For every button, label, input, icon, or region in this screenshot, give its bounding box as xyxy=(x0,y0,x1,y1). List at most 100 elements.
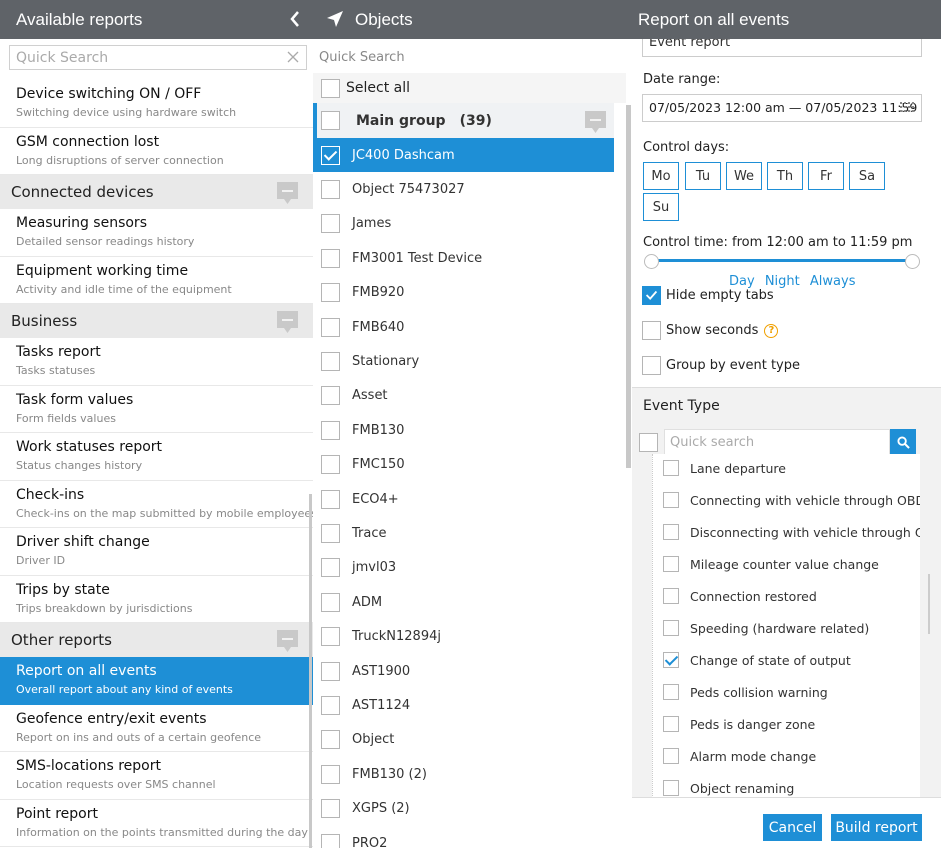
report-item[interactable]: Check-ins Check-ins on the map submitted … xyxy=(0,480,313,528)
category-collapse-icon[interactable] xyxy=(277,311,298,333)
category-collapse-icon[interactable] xyxy=(277,630,298,652)
report-item[interactable]: Task form values Form fields values xyxy=(0,385,313,433)
event-type-item[interactable]: Speeding (hardware related) xyxy=(663,620,920,636)
group-checkbox[interactable] xyxy=(321,111,340,130)
slider-end-handle[interactable] xyxy=(905,254,920,269)
objects-scrollbar[interactable] xyxy=(626,105,631,468)
show-seconds-checkbox[interactable] xyxy=(642,321,661,340)
group-by-event-type-checkbox[interactable] xyxy=(642,356,661,375)
object-checkbox[interactable] xyxy=(321,180,340,200)
object-checkbox[interactable] xyxy=(321,283,340,303)
object-row[interactable]: XGPS (2) xyxy=(313,792,614,826)
reports-search-input[interactable] xyxy=(10,46,280,69)
category-header[interactable]: Other reports xyxy=(0,623,313,657)
object-row[interactable]: TruckN12894j xyxy=(313,620,614,654)
event-type-checkbox[interactable] xyxy=(663,524,679,540)
group-by-event-type-option[interactable]: Group by event type xyxy=(642,356,800,375)
object-group-row[interactable]: Main group (39) xyxy=(313,103,614,138)
report-item[interactable]: Measuring sensors Detailed sensor reading… xyxy=(0,209,313,257)
object-checkbox[interactable] xyxy=(321,455,340,475)
object-checkbox[interactable] xyxy=(321,317,340,337)
event-type-item[interactable]: Lane departure xyxy=(663,460,920,476)
category-header[interactable]: Business xyxy=(0,304,313,338)
event-search-input[interactable]: Quick search xyxy=(664,429,890,455)
object-checkbox[interactable] xyxy=(321,833,340,848)
group-collapse-icon[interactable] xyxy=(585,111,606,133)
report-item[interactable]: Work statuses report Status changes histo… xyxy=(0,433,313,481)
object-row[interactable]: FMB130 xyxy=(313,413,614,447)
cancel-button[interactable]: Cancel xyxy=(763,814,822,841)
object-checkbox[interactable] xyxy=(321,352,340,372)
object-row[interactable]: jmvl03 xyxy=(313,551,614,585)
object-row[interactable]: Trace xyxy=(313,516,614,550)
object-checkbox[interactable] xyxy=(321,627,340,647)
report-item[interactable]: Tasks report Tasks statuses xyxy=(0,338,313,386)
object-row[interactable]: FM3001 Test Device xyxy=(313,241,614,275)
event-type-checkbox[interactable] xyxy=(663,652,679,668)
object-row[interactable]: Object 75473027 xyxy=(313,172,614,206)
help-icon[interactable]: ? xyxy=(764,323,779,338)
event-type-checkbox[interactable] xyxy=(663,716,679,732)
build-report-button[interactable]: Build report xyxy=(831,814,922,841)
event-type-checkbox[interactable] xyxy=(663,620,679,636)
object-checkbox[interactable] xyxy=(321,420,340,440)
report-item[interactable]: Point report Information on the points tr… xyxy=(0,799,313,847)
event-search-button[interactable] xyxy=(890,429,916,455)
report-item[interactable]: Geofence entry/exit events Report on ins … xyxy=(0,704,313,752)
object-checkbox[interactable] xyxy=(321,386,340,406)
event-type-checkbox[interactable] xyxy=(663,780,679,796)
object-row[interactable]: AST1900 xyxy=(313,654,614,688)
control-time-slider[interactable] xyxy=(652,259,914,262)
object-checkbox[interactable] xyxy=(321,730,340,750)
report-item[interactable]: GSM connection lost Long disruptions of … xyxy=(0,127,313,175)
object-row[interactable]: ECO4+ xyxy=(313,482,614,516)
object-row[interactable]: Object xyxy=(313,723,614,757)
slider-start-handle[interactable] xyxy=(644,254,659,269)
object-row[interactable]: PRO2 xyxy=(313,826,614,848)
object-row[interactable]: FMB130 (2) xyxy=(313,757,614,791)
event-type-checkbox[interactable] xyxy=(663,460,679,476)
select-all-row[interactable]: Select all xyxy=(313,73,626,103)
event-type-item[interactable]: Connecting with vehicle through OBDII i.… xyxy=(663,492,920,508)
object-row[interactable]: ADM xyxy=(313,585,614,619)
report-item[interactable]: Trips by state Trips breakdown by jurisdi… xyxy=(0,575,313,623)
report-name-input[interactable]: Event report xyxy=(642,39,922,57)
report-item[interactable]: Report on all events Overall report about… xyxy=(0,657,313,705)
object-row[interactable]: Stationary xyxy=(313,344,614,378)
preset-always[interactable]: Always xyxy=(810,274,856,289)
event-select-all-checkbox[interactable] xyxy=(639,432,658,452)
hide-empty-tabs-option[interactable]: Hide empty tabs xyxy=(642,286,774,305)
object-checkbox[interactable] xyxy=(321,592,340,612)
object-row[interactable]: Asset xyxy=(313,379,614,413)
object-checkbox[interactable] xyxy=(321,558,340,578)
event-list-scrollbar[interactable] xyxy=(928,574,930,634)
object-checkbox[interactable] xyxy=(321,145,340,165)
event-type-item[interactable]: Alarm mode change xyxy=(663,748,920,764)
collapse-chevron-icon[interactable] xyxy=(289,10,301,28)
event-type-item[interactable]: Mileage counter value change xyxy=(663,556,920,572)
object-checkbox[interactable] xyxy=(321,524,340,544)
category-header[interactable]: Connected devices xyxy=(0,175,313,209)
object-row[interactable]: JC400 Dashcam xyxy=(313,138,614,173)
day-toggle-su[interactable]: Su xyxy=(643,193,679,221)
object-checkbox[interactable] xyxy=(321,764,340,784)
event-type-item[interactable]: Object renaming xyxy=(663,780,920,796)
object-checkbox[interactable] xyxy=(321,799,340,819)
event-type-item[interactable]: Disconnecting with vehicle through OBD..… xyxy=(663,524,920,540)
object-checkbox[interactable] xyxy=(321,214,340,234)
calendar-icon[interactable] xyxy=(900,102,916,114)
day-toggle-th[interactable]: Th xyxy=(767,162,803,190)
object-checkbox[interactable] xyxy=(321,489,340,509)
reports-scrollbar[interactable] xyxy=(309,494,312,848)
event-type-item[interactable]: Peds is danger zone xyxy=(663,716,920,732)
hide-empty-tabs-checkbox[interactable] xyxy=(642,286,661,305)
clear-search-icon[interactable] xyxy=(286,50,300,64)
object-row[interactable]: James xyxy=(313,207,614,241)
category-collapse-icon[interactable] xyxy=(277,182,298,204)
object-checkbox[interactable] xyxy=(321,248,340,268)
object-row[interactable]: FMB920 xyxy=(313,276,614,310)
event-type-item[interactable]: Peds collision warning xyxy=(663,684,920,700)
object-row[interactable]: FMB640 xyxy=(313,310,614,344)
day-toggle-fr[interactable]: Fr xyxy=(808,162,844,190)
event-type-item[interactable]: Connection restored xyxy=(663,588,920,604)
